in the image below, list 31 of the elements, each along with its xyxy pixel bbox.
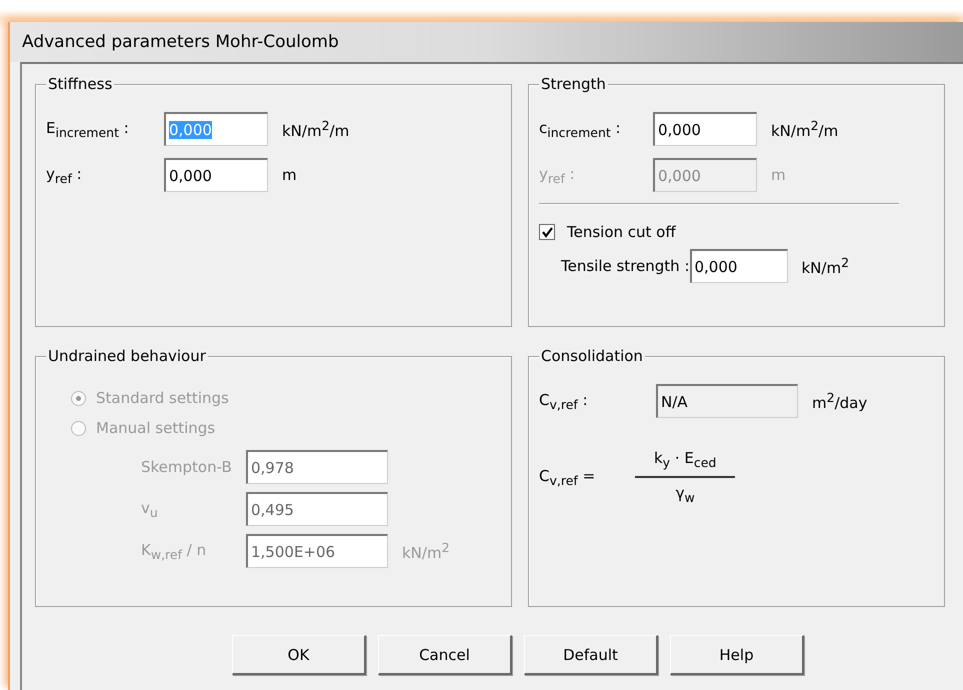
field-label: y$_{ref}$ : (539, 164, 576, 186)
checkbox[interactable] (539, 224, 555, 240)
unit-label: kN/m$^{2}$ (402, 540, 450, 562)
unit-label: kN/m$^{2}$ (802, 255, 850, 277)
formula-label: C$_{v,ref}$ = (539, 466, 596, 488)
field-label: Skempton-B (141, 458, 233, 476)
group-title: Strength (539, 75, 608, 93)
dialog-button[interactable]: Help (670, 635, 804, 675)
field-label: Tensile strength : (561, 257, 690, 275)
unit-label: kN/m$^{2}$/m (282, 118, 350, 140)
unit-label: m$^{2}$/day (812, 390, 868, 412)
field-label: K$_{w,ref}$ / n (141, 540, 208, 562)
output-field: N/A (656, 384, 798, 418)
input-field[interactable]: 0,000 (653, 112, 757, 146)
formula-denominator: γ$_{w}$ (676, 484, 695, 505)
input-field[interactable]: 0,000 (164, 158, 268, 192)
field-label: C$_{v,ref}$ : (539, 390, 589, 412)
field-label: c$_{increment}$ : (539, 118, 622, 140)
field-label: y$_{ref}$ : (46, 164, 83, 186)
field-label: E$_{increment}$ : (46, 118, 130, 140)
dialog-button[interactable]: OK (232, 635, 366, 675)
dialog-button[interactable]: Default (524, 635, 658, 675)
input-field[interactable]: 0,000 (690, 249, 788, 283)
unit-label: m (771, 166, 786, 184)
unit-label: kN/m$^{2}$/m (771, 118, 838, 140)
unit-label: m (282, 166, 297, 184)
formula-numerator: k$_{y}$ · E$_{ced}$ (654, 449, 716, 470)
checkbox-label[interactable]: Tension cut off (567, 223, 676, 241)
dialog-button[interactable]: Cancel (378, 635, 512, 675)
window-title: Advanced parameters Mohr-Coulomb (22, 32, 339, 52)
field-label: v$_{u}$ (141, 498, 159, 520)
